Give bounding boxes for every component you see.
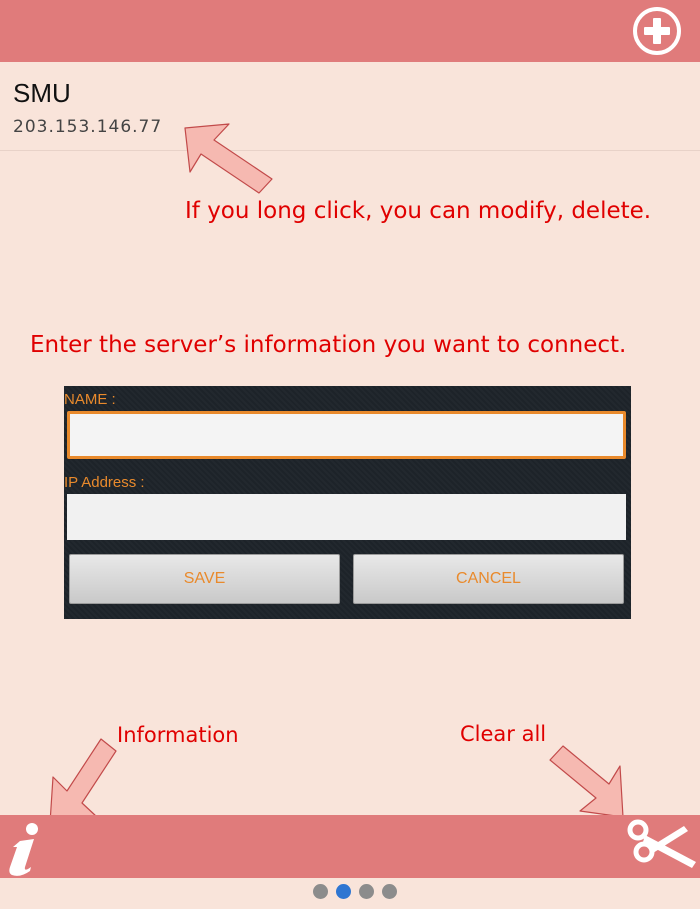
- page-dot-1[interactable]: [313, 884, 328, 899]
- information-button[interactable]: [0, 815, 50, 878]
- name-input[interactable]: [67, 411, 626, 459]
- page-dot-4[interactable]: [382, 884, 397, 899]
- enter-info-hint: Enter the server’s information you want …: [30, 332, 627, 358]
- arrow-clear-all: [549, 745, 624, 818]
- save-button[interactable]: SAVE: [69, 554, 340, 604]
- page-dot-3[interactable]: [359, 884, 374, 899]
- long-click-hint: If you long click, you can modify, delet…: [185, 198, 652, 224]
- arrow-information: [49, 738, 117, 824]
- bottom-bar: [0, 815, 700, 878]
- add-server-dialog: NAME : IP Address : SAVE CANCEL: [64, 386, 631, 619]
- name-label: NAME :: [64, 391, 116, 408]
- scissors-icon: [627, 819, 696, 868]
- clear-all-hint: Clear all: [460, 722, 547, 746]
- info-icon: [9, 823, 38, 876]
- clear-all-button[interactable]: [624, 812, 700, 878]
- ip-address-label: IP Address :: [64, 474, 145, 491]
- information-hint: Information: [117, 723, 239, 747]
- arrow-long-click: [184, 123, 273, 194]
- cancel-button[interactable]: CANCEL: [353, 554, 624, 604]
- ip-address-input[interactable]: [67, 494, 626, 540]
- page-dot-2[interactable]: [336, 884, 351, 899]
